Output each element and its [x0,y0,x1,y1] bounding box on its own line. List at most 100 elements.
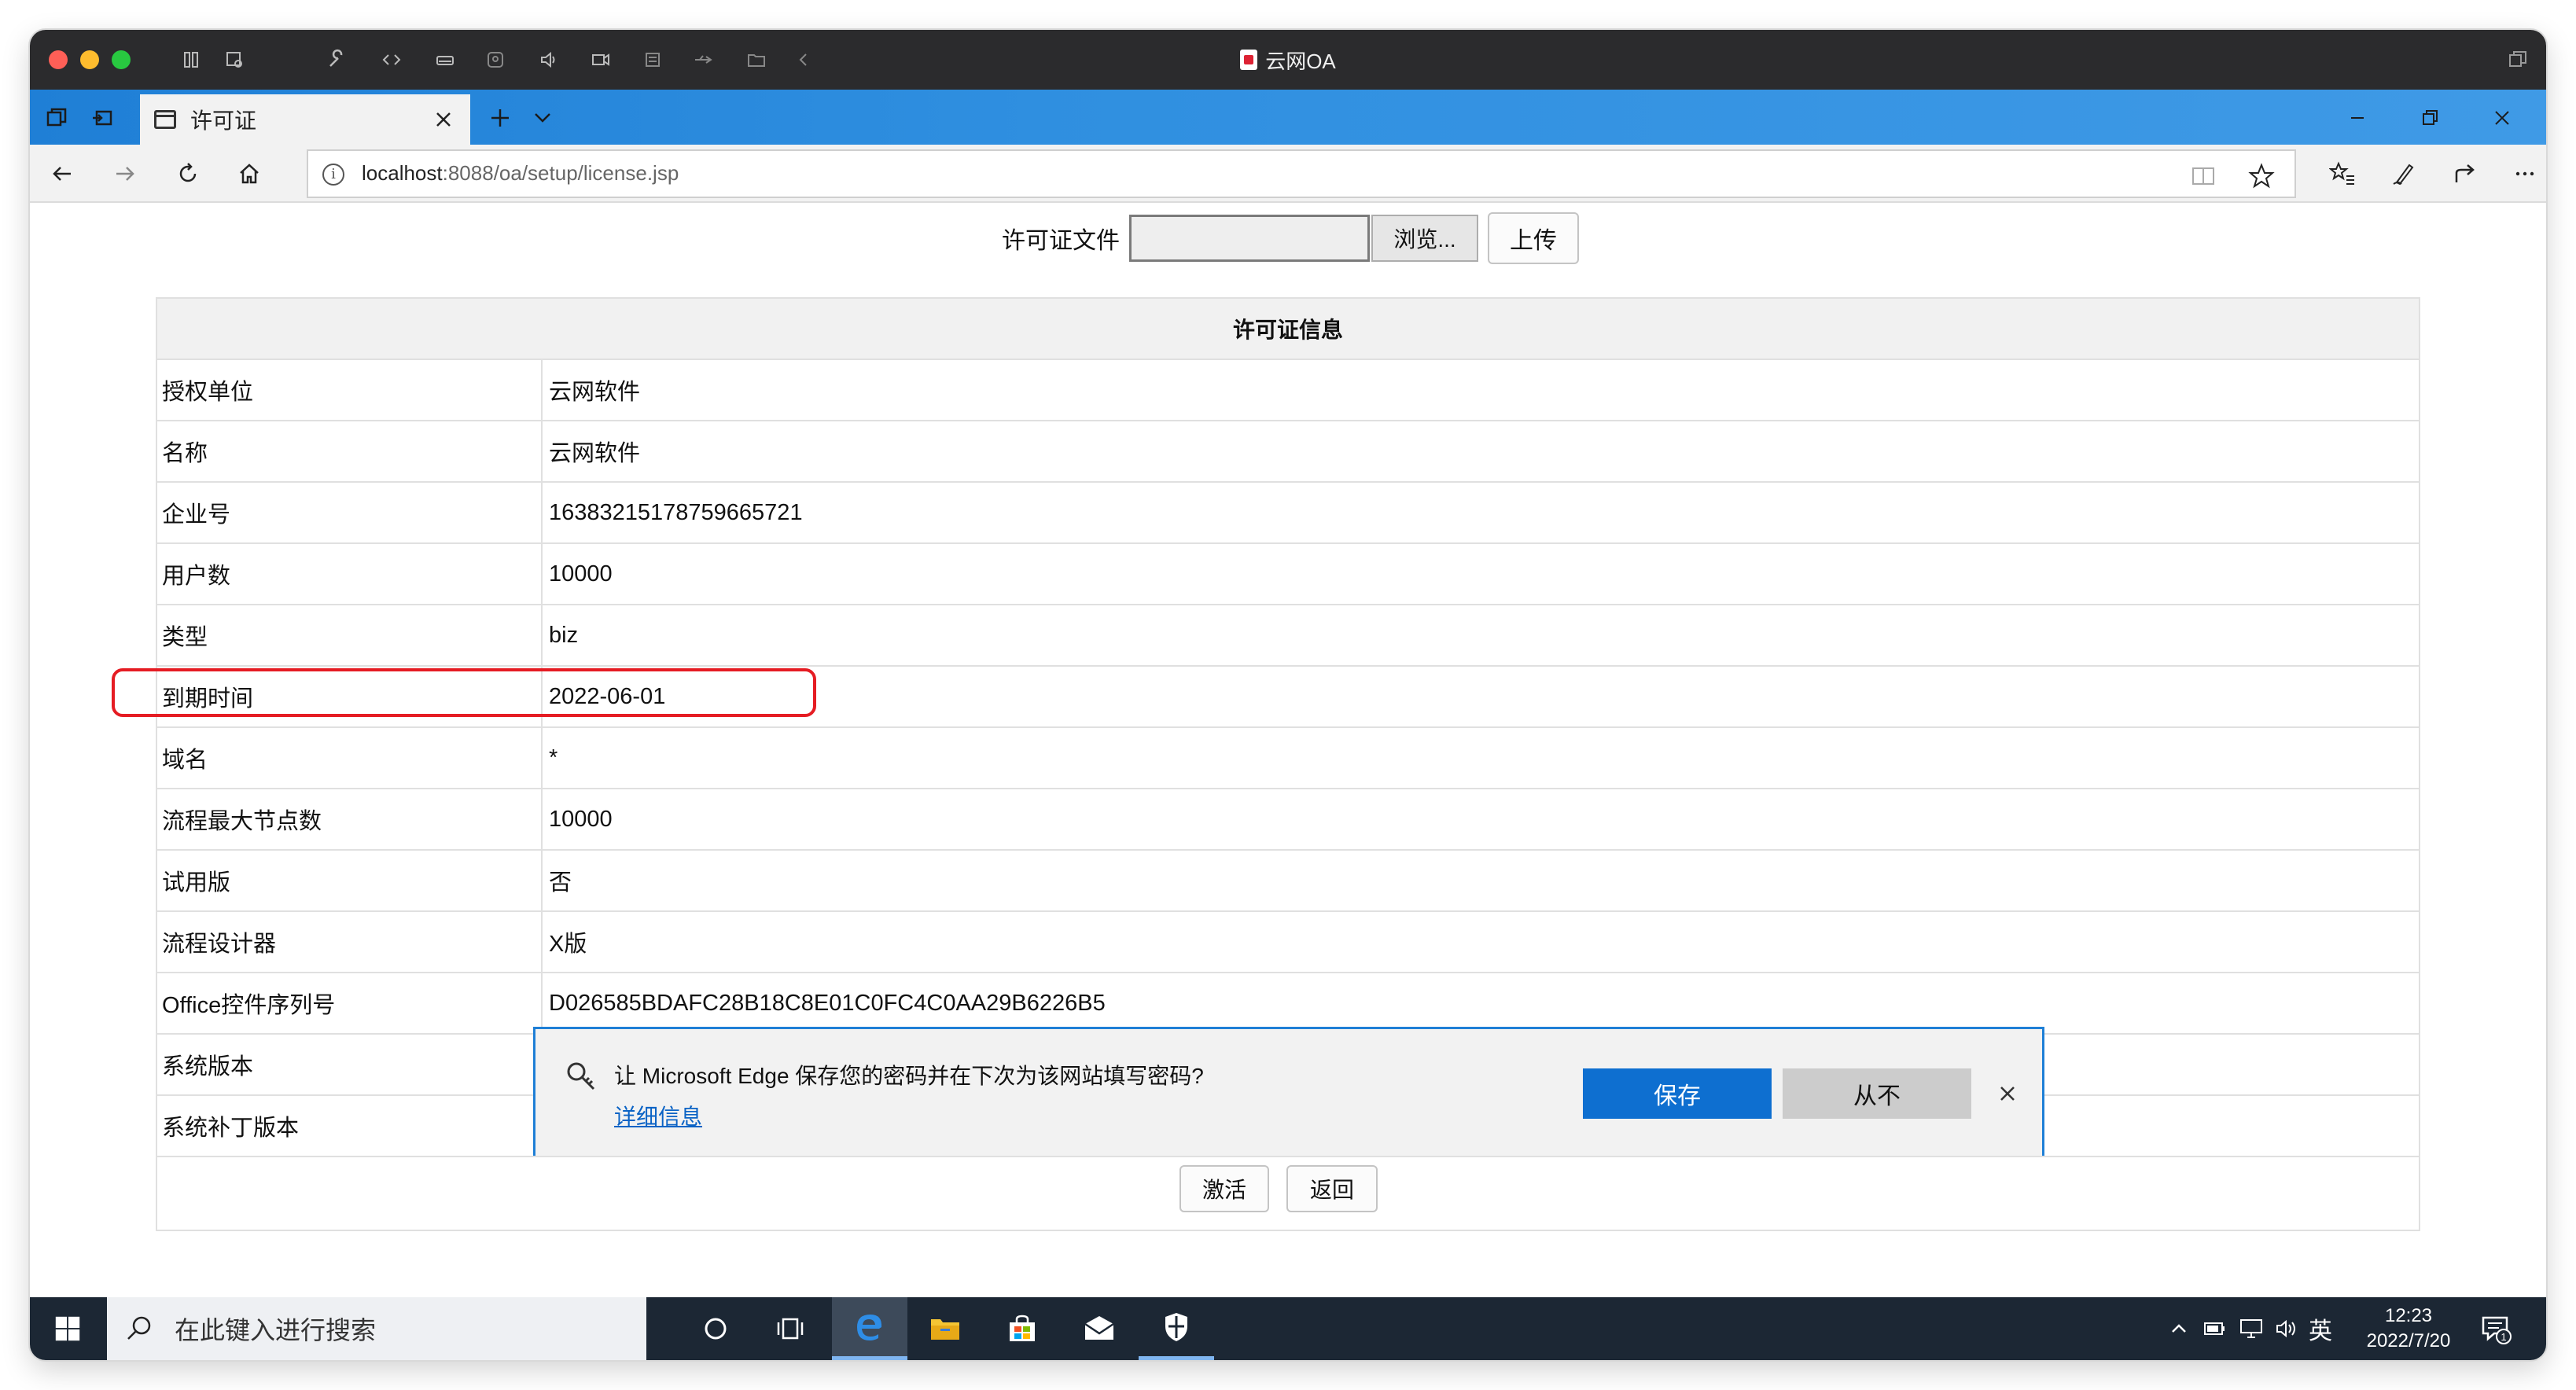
mail-icon[interactable] [1062,1297,1137,1360]
url-host: localhost [362,161,443,185]
app-window: 云网OA 许可证 i localhost:8088/oa/setup/licen… [30,30,2546,1360]
license-file-label: 许可证文件 [1002,228,1120,254]
file-explorer-icon[interactable] [907,1297,983,1360]
window-title: 云网OA [30,30,2546,90]
more-menu-icon[interactable] [2507,156,2543,192]
document-icon [1240,50,1258,70]
reading-view-icon[interactable] [2189,162,2217,190]
url-text[interactable]: localhost:8088/oa/setup/license.jsp [362,161,679,186]
row-label: 系统版本 [157,1035,543,1094]
minimize-icon[interactable] [2340,101,2375,135]
favorite-star-icon[interactable] [2247,162,2276,190]
row-value: 2022-06-01 [549,683,666,709]
chevron-down-icon[interactable] [525,101,560,135]
license-file-input[interactable] [1129,215,1370,262]
close-icon[interactable] [2485,101,2519,135]
new-tab-icon[interactable] [483,101,517,135]
mac-titlebar: 云网OA [30,30,2546,90]
tab-title: 许可证 [190,108,257,133]
table-row: 授权单位 云网软件 [157,360,2419,421]
table-row: Office控件序列号 D026585BDAFC28B18C8E01C0FC4C… [157,973,2419,1035]
tab-manager-icon[interactable] [39,101,74,135]
license-table-header: 许可证信息 [157,299,2419,360]
show-hidden-icons-icon[interactable] [2167,1317,2191,1340]
details-link[interactable]: 详细信息 [614,1100,702,1131]
address-bar[interactable]: i localhost:8088/oa/setup/license.jsp [307,149,2296,198]
taskbar-clock[interactable]: 12:23 2022/7/20 [2357,1304,2460,1354]
battery-icon[interactable] [2202,1317,2228,1340]
browse-button[interactable]: 浏览... [1371,215,1478,262]
row-value: 云网软件 [549,441,641,466]
row-value: 10000 [549,561,613,587]
prompt-message: 让 Microsoft Edge 保存您的密码并在下次为该网站填写密码? [614,1064,1204,1088]
back-button[interactable]: 返回 [1286,1165,1378,1212]
table-row: 试用版 否 [157,851,2419,912]
row-value: 10000 [549,806,613,832]
back-arrow-icon[interactable] [44,156,80,192]
set-aside-tabs-icon[interactable] [85,101,120,135]
table-row: 企业号 16383215178759665721 [157,483,2419,544]
restore-icon[interactable] [2412,101,2447,135]
search-placeholder: 在此键入进行搜索 [175,1316,377,1344]
task-view-icon[interactable] [753,1297,829,1360]
row-label: 企业号 [157,483,543,542]
row-label: 授权单位 [157,360,543,420]
table-row: 类型 biz [157,605,2419,667]
row-value: 否 [549,870,572,895]
favorites-icon[interactable] [2324,156,2361,192]
row-label: 系统补丁版本 [157,1096,543,1156]
browser-tab-bar: 许可证 [30,90,2546,145]
save-password-prompt: 让 Microsoft Edge 保存您的密码并在下次为该网站填写密码? 详细信… [533,1027,2044,1156]
row-label: 流程最大节点数 [157,789,543,849]
table-row: 流程最大节点数 10000 [157,789,2419,851]
never-save-button[interactable]: 从不 [1783,1068,1971,1119]
window-title-text: 云网OA [1265,49,1336,73]
action-center-icon[interactable]: 1 [2480,1313,2512,1344]
network-icon[interactable] [2238,1317,2265,1340]
windows-taskbar: 在此键入进行搜索 英 12:23 2022/7/20 1 [30,1297,2546,1360]
expiry-highlight [112,668,816,717]
edge-browser-icon[interactable] [832,1297,907,1360]
license-actions: 激活 返回 [157,1157,2419,1230]
row-value: 16383215178759665721 [549,499,803,525]
close-prompt-icon[interactable] [1995,1081,2020,1106]
row-label: 域名 [157,728,543,788]
volume-icon[interactable] [2274,1317,2301,1340]
url-path: :8088/oa/setup/license.jsp [442,161,679,185]
store-icon[interactable] [984,1297,1060,1360]
table-row: 用户数 10000 [157,544,2419,605]
ime-indicator[interactable]: 英 [2309,1311,2332,1346]
upload-button[interactable]: 上传 [1488,212,1579,264]
activate-button[interactable]: 激活 [1179,1165,1269,1212]
row-label: 名称 [157,421,543,481]
forward-arrow-icon[interactable] [107,156,143,192]
share-icon[interactable] [2447,156,2483,192]
refresh-icon[interactable] [170,156,206,192]
home-icon[interactable] [231,156,267,192]
row-value: biz [549,622,579,648]
table-row: 流程设计器 X版 [157,912,2419,973]
row-label: 类型 [157,605,543,665]
security-shield-icon[interactable] [1139,1297,1214,1360]
key-icon [564,1059,598,1094]
windows-start-icon[interactable] [30,1297,105,1360]
row-value: 云网软件 [549,380,641,405]
cortana-icon[interactable] [678,1297,753,1360]
row-value: * [549,745,558,770]
row-label: Office控件序列号 [157,973,543,1033]
search-icon [127,1316,151,1340]
taskbar-search-input[interactable]: 在此键入进行搜索 [107,1297,646,1360]
tab-license[interactable]: 许可证 [140,94,470,145]
upload-row: 许可证文件 浏览... 上传 [1002,212,1579,264]
clock-time: 12:23 [2384,1305,2433,1326]
save-password-button[interactable]: 保存 [1583,1068,1772,1119]
table-row: 域名 * [157,728,2419,789]
row-value: X版 [549,932,587,957]
row-label: 流程设计器 [157,912,543,972]
close-tab-icon[interactable] [431,107,456,132]
restore-window-icon[interactable] [2505,47,2530,72]
site-info-icon[interactable]: i [322,164,344,186]
clock-date: 2022/7/20 [2366,1330,2451,1351]
notification-count: 1 [2501,1331,2506,1343]
web-note-icon[interactable] [2386,156,2422,192]
